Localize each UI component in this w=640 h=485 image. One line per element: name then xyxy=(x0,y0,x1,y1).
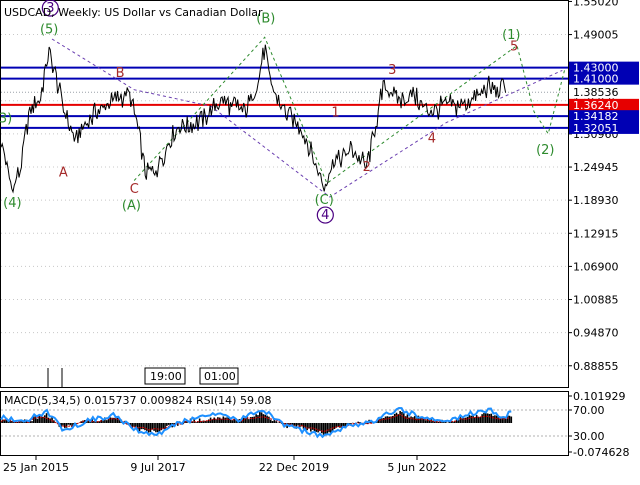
chart-title: USDCAD, Weekly: US Dollar vs Canadian Do… xyxy=(4,6,263,19)
wave-label: (A) xyxy=(122,199,141,214)
wave-label: 2 xyxy=(363,160,371,175)
wave-label: 4 xyxy=(428,132,436,147)
time-marker-label: 01:00 xyxy=(204,370,236,383)
level-tag-label: 1.38536 xyxy=(573,86,619,99)
level-tag-label: 1.41000 xyxy=(573,73,619,86)
wave-label: A xyxy=(59,166,68,181)
y-axis-tick-label: 1.18930 xyxy=(573,194,619,207)
time-marker-label: 19:00 xyxy=(150,370,182,383)
wave-label: 1 xyxy=(331,106,339,121)
chart-window: (5) 3 3) (4) A B C (A) (B) 1 (C) 4 2 3 4 5 (1) (2) 1.5502… xyxy=(0,0,640,480)
indicator-tick-label: 30.00 xyxy=(573,430,605,443)
y-axis-tick-label: 1.55020 xyxy=(573,0,619,8)
wave-label: (2) xyxy=(536,143,554,158)
indicator-tick-label: 70.00 xyxy=(573,404,605,417)
wave-label: B xyxy=(116,66,125,81)
y-axis-tick-label: 1.24945 xyxy=(573,161,619,174)
x-axis-tick-label: 5 Jun 2022 xyxy=(387,461,446,474)
indicator-tick-label: 0.101929 xyxy=(573,390,626,403)
x-axis-tick-label: 25 Jan 2015 xyxy=(3,461,69,474)
wave-label: (4) xyxy=(3,196,21,211)
wave-label: C xyxy=(130,182,139,197)
wave-label: 3) xyxy=(0,112,12,127)
wave-label: (C) xyxy=(315,193,334,208)
wave-label: (1) xyxy=(502,28,520,43)
wave-label: 4 xyxy=(321,208,329,223)
indicator-title: MACD(5,34,5) 0.015737 0.009824 RSI(14) 5… xyxy=(4,394,271,407)
y-axis-tick-label: 1.12915 xyxy=(573,227,619,240)
indicator-tick-label: -0.074628 xyxy=(573,446,629,459)
y-axis-tick-label: 0.88855 xyxy=(573,360,619,373)
y-axis-tick-label: 1.49005 xyxy=(573,29,619,42)
wave-label: (5) xyxy=(40,22,58,37)
wave-label: 3 xyxy=(388,63,396,78)
chart-background xyxy=(0,0,640,480)
y-axis-tick-label: 1.06900 xyxy=(573,260,619,273)
x-axis-tick-label: 9 Jul 2017 xyxy=(130,461,185,474)
y-axis-tick-label: 0.94870 xyxy=(573,327,619,340)
x-axis-tick-label: 22 Dec 2019 xyxy=(259,461,329,474)
y-axis-tick-label: 1.00885 xyxy=(573,294,619,307)
chart-canvas: (5)33)(4)ABC(A)(B)1(C)42345(1)(2) 1.5502… xyxy=(0,0,640,480)
level-tag-label: 1.32051 xyxy=(573,122,619,135)
